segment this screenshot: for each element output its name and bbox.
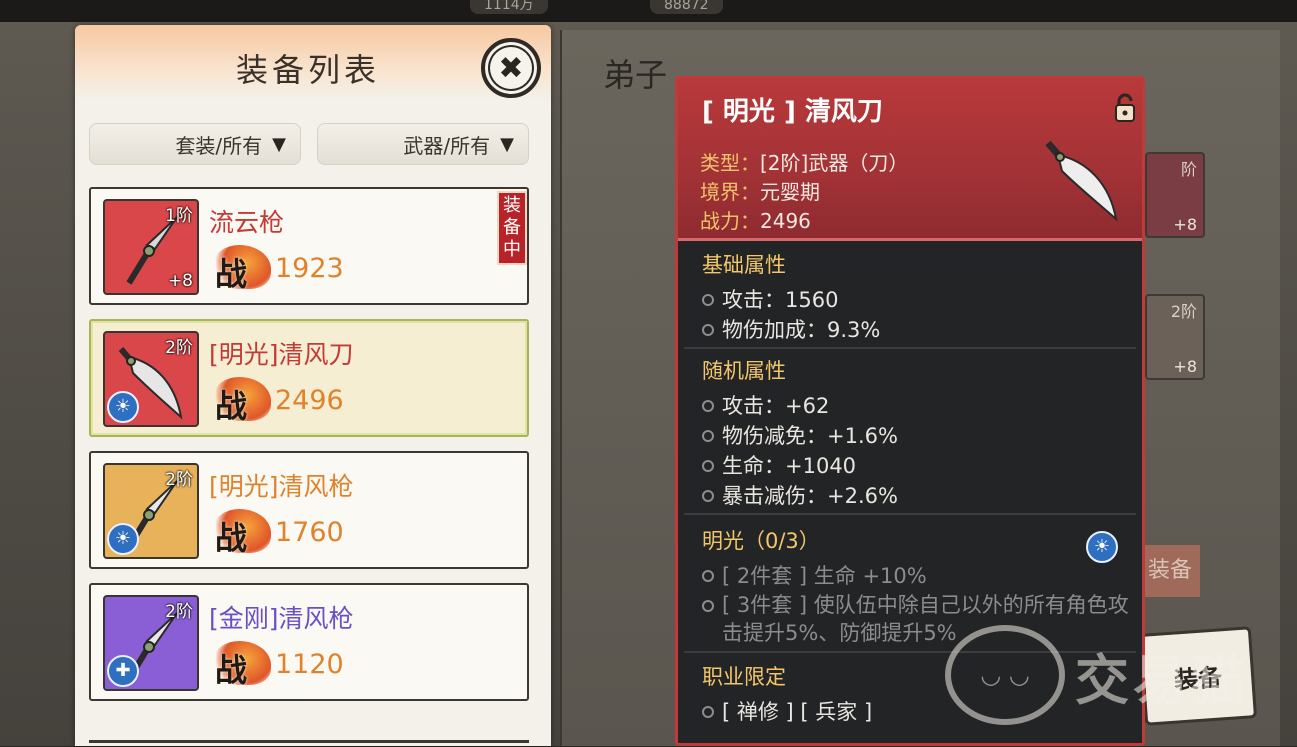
detail-header: [ 明光 ] 清风刀 类型：[2阶]武器（刀） 境界：元婴期 战力：2496 [678, 79, 1142, 241]
equipment-item[interactable]: 2阶 ☀ [明光]清风刀 战 2496 [89, 319, 529, 437]
item-power: 战 1120 [209, 641, 344, 689]
meta-type: 类型：[2阶]武器（刀） [700, 151, 909, 175]
spear-icon: 1阶 +8 [103, 199, 199, 295]
item-name: [明光]清风枪 [209, 472, 354, 501]
side-slot-tier: 2阶 [1170, 302, 1197, 321]
side-equipment-slot-1[interactable]: 阶 +8 [1145, 152, 1205, 238]
set-filter-dropdown[interactable]: 套装/所有 ▼ [89, 123, 301, 165]
attr-row: 物伤加成：9.3% [702, 315, 1136, 345]
disciple-label: 弟子 [603, 56, 668, 94]
spear-icon: 2阶 ☀ [103, 463, 199, 559]
base-attributes-section: 基础属性 攻击：1560 物伤加成：9.3% [684, 249, 1136, 349]
set-emblem-icon: ✚ [107, 655, 139, 687]
list-title: 装备列表 [235, 51, 380, 89]
equipment-list-panel: 装备列表 ✖ 套装/所有 ▼ 武器/所有 ▼ 1阶 +8 流云枪 战 1923 … [75, 25, 551, 746]
power-value: 2496 [275, 384, 344, 416]
section-title: 基础属性 [702, 253, 786, 277]
side-slot-level: +8 [1173, 215, 1197, 234]
equipment-item[interactable]: 1阶 +8 流云枪 战 1923 装备中 [89, 187, 529, 305]
item-level: +8 [167, 271, 193, 291]
type-filter-dropdown[interactable]: 武器/所有 ▼ [317, 123, 529, 165]
bullet-icon [702, 430, 714, 442]
bullet-icon [702, 400, 714, 412]
blade-icon: 2阶 ☀ [103, 331, 199, 427]
watermark-text: 交易猫 [1075, 648, 1249, 712]
detail-meta: 类型：[2阶]武器（刀） 境界：元婴期 战力：2496 [700, 149, 908, 236]
sun-emblem-icon: ☀ [1086, 531, 1118, 563]
item-power: 战 2496 [209, 377, 344, 425]
item-power: 战 1760 [209, 509, 344, 557]
faded-equip-button: 装备 [1140, 545, 1200, 597]
power-flame-icon: 战 [209, 641, 271, 689]
power-flame-icon: 战 [209, 509, 271, 557]
set-bonus-row: [ 2件套 ] 生命 +10% [702, 561, 1136, 591]
set-emblem-icon: ☀ [107, 523, 139, 555]
item-name: [金刚]清风枪 [209, 604, 354, 633]
item-tier: 1阶 [165, 206, 193, 226]
equipped-tag: 装备中 [497, 191, 527, 265]
bullet-icon [702, 324, 714, 336]
attr-row: 暴击减伤：+2.6% [702, 481, 1136, 511]
item-tier: 2阶 [165, 602, 193, 622]
close-icon: ✖ [498, 50, 524, 86]
bullet-icon [702, 294, 714, 306]
detail-item-name: [ 明光 ] 清风刀 [702, 97, 883, 127]
bullet-icon [702, 706, 714, 718]
random-attributes-section: 随机属性 攻击：+62 物伤减免：+1.6% 生命：+1040 暴击减伤：+2.… [684, 355, 1136, 515]
close-button[interactable]: ✖ [481, 38, 541, 98]
list-divider [89, 740, 529, 743]
item-tier: 2阶 [165, 470, 193, 490]
bullet-icon [702, 570, 714, 582]
item-power: 战 1923 [209, 245, 344, 293]
meta-power: 战力：2496 [700, 209, 811, 233]
power-value: 1120 [275, 648, 344, 680]
attr-row: 物伤减免：+1.6% [702, 421, 1136, 451]
cat-logo-icon: ◡ ◡ [945, 625, 1065, 725]
side-slot-tier: 阶 [1180, 160, 1197, 179]
chevron-down-icon: ▼ [500, 133, 514, 155]
side-equipment-slot-2[interactable]: 2阶 +8 [1145, 294, 1205, 380]
resource-chip-1: 1114万 [470, 0, 548, 14]
chevron-down-icon: ▼ [272, 133, 286, 155]
set-emblem-icon: ☀ [107, 391, 139, 423]
power-flame-icon: 战 [209, 245, 271, 293]
type-filter-label: 武器/所有 [403, 133, 491, 158]
equipment-list[interactable]: 1阶 +8 流云枪 战 1923 装备中 2阶 ☀ [明光]清风刀 战 2496… [89, 187, 529, 747]
broadsword-icon [1045, 140, 1118, 222]
power-value: 1923 [275, 252, 344, 284]
attr-row: 攻击：1560 [702, 285, 1136, 315]
watermark: ◡ ◡ 交易猫 [945, 625, 1249, 725]
equipment-item[interactable]: 2阶 ☀ [明光]清风枪 战 1760 [89, 451, 529, 569]
section-title: 明光（0/3） [702, 529, 820, 553]
bullet-icon [702, 460, 714, 472]
section-title: 随机属性 [702, 359, 786, 383]
item-tier: 2阶 [165, 338, 193, 358]
spear-icon: 2阶 ✚ [103, 595, 199, 691]
item-name: [明光]清风刀 [209, 340, 354, 369]
power-flame-icon: 战 [209, 377, 271, 425]
attr-row: 生命：+1040 [702, 451, 1136, 481]
power-value: 1760 [275, 516, 344, 548]
set-filter-label: 套装/所有 [175, 133, 263, 158]
resource-chip-2: 88872 [650, 0, 723, 14]
attr-row: 攻击：+62 [702, 391, 1136, 421]
side-slot-level: +8 [1173, 357, 1197, 376]
equipment-item[interactable]: 2阶 ✚ [金刚]清风枪 战 1120 [89, 583, 529, 701]
meta-realm: 境界：元婴期 [700, 180, 820, 204]
bullet-icon [702, 490, 714, 502]
item-name: 流云枪 [209, 208, 285, 237]
lock-icon[interactable] [1114, 93, 1136, 123]
bullet-icon [702, 600, 714, 612]
